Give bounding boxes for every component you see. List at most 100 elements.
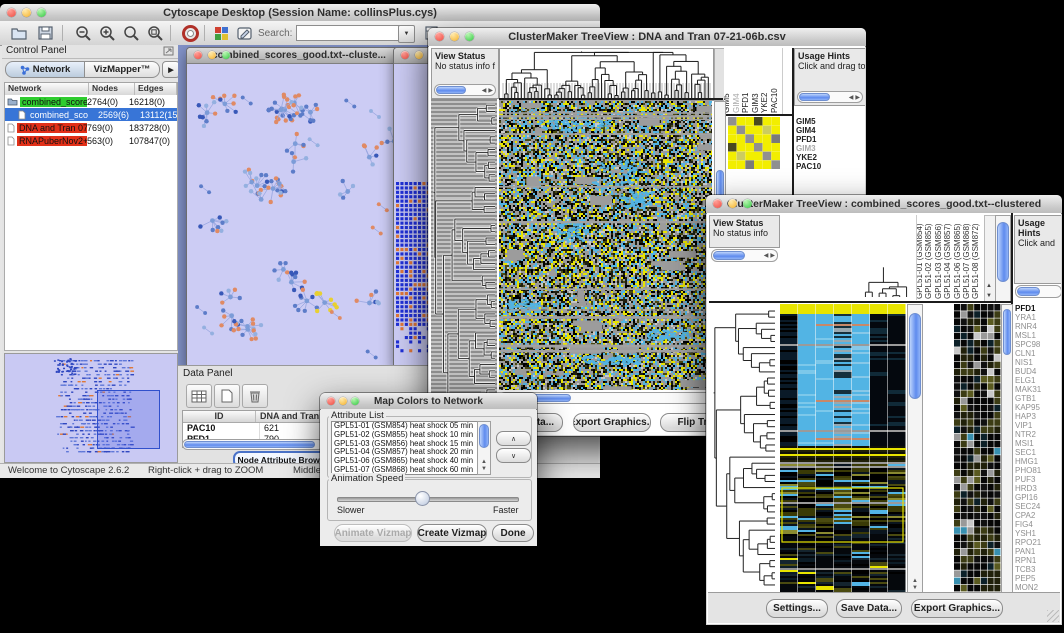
search-input[interactable] — [296, 25, 402, 41]
search-dropdown-button[interactable]: ▼ — [398, 25, 415, 43]
close-button[interactable] — [327, 397, 335, 405]
usage-hints-panel: Usage Hints Click and drag to ◀▶ — [794, 48, 865, 106]
data-panel-hscrollbar[interactable] — [182, 439, 324, 450]
tab-vizmapper[interactable]: VizMapper™ — [85, 61, 160, 78]
slider-thumb[interactable] — [415, 491, 430, 506]
new-attribute-icon[interactable] — [214, 384, 240, 408]
move-up-button[interactable]: ∧ — [496, 431, 531, 446]
dialog-titlebar[interactable]: Map Colors to Network — [320, 393, 537, 410]
network-tree-row[interactable]: combined_sco 2569(6) 13112(15) — [5, 108, 177, 121]
scroll-down-icon[interactable]: ▼ — [986, 293, 992, 299]
delete-attribute-icon[interactable] — [242, 384, 268, 408]
column-header-id[interactable]: ID — [183, 411, 256, 422]
zoom-in-icon[interactable] — [98, 24, 116, 42]
scroll-down-icon[interactable]: ▼ — [912, 585, 918, 591]
scroll-up-icon[interactable]: ▲ — [912, 578, 918, 584]
minimize-button[interactable] — [339, 397, 347, 405]
zoom-button[interactable] — [37, 8, 46, 17]
desktop-titlebar[interactable]: Cytoscape Desktop (Session Name: collins… — [0, 4, 600, 22]
minimize-button[interactable] — [22, 8, 31, 17]
zoom-button[interactable] — [222, 51, 230, 59]
row-dendrogram[interactable] — [709, 304, 778, 592]
minimize-button[interactable] — [415, 51, 423, 59]
settings-button[interactable]: Settings... — [766, 599, 828, 618]
scroll-left-icon[interactable]: ◀ — [764, 252, 769, 259]
zoom-out-icon[interactable] — [74, 24, 92, 42]
mini-row-labels: GIM5GIM4PFD1GIM3YKE2PAC10 — [796, 117, 864, 173]
attribute-list-vscrollbar[interactable]: ▲▼ — [477, 421, 491, 475]
scroll-right-icon[interactable]: ▶ — [488, 87, 493, 94]
network-tree-row[interactable]: RNAPuberNov2+ 563(0) 107847(0) — [5, 134, 177, 147]
zoom-button[interactable] — [465, 32, 474, 41]
zoom-fit-icon[interactable] — [122, 24, 140, 42]
close-button[interactable] — [401, 51, 409, 59]
slider-max-label: Faster — [493, 505, 519, 515]
resize-grip[interactable] — [1047, 610, 1059, 622]
row-dendrogram[interactable] — [431, 99, 497, 434]
network-icon — [20, 65, 30, 75]
slider-min-label: Slower — [337, 505, 365, 515]
minimize-button[interactable] — [728, 199, 737, 208]
zoom-button[interactable] — [743, 199, 752, 208]
animate-vizmap-button[interactable]: Animate Vizmap — [334, 524, 412, 542]
export-graphics-button[interactable]: Export Graphics... — [573, 413, 651, 432]
heatmap[interactable] — [780, 304, 906, 592]
control-panel-title: Control Panel — [6, 45, 67, 56]
network-tree-row[interactable]: combined_scores 2764(0) 16218(0) — [5, 95, 177, 108]
done-button[interactable]: Done — [492, 524, 534, 542]
mini-heatmap[interactable] — [728, 117, 780, 169]
attribute-table-icon[interactable] — [186, 384, 212, 408]
annotation-icon[interactable] — [236, 24, 254, 42]
column-dendrogram[interactable] — [499, 48, 714, 101]
minimize-button[interactable] — [208, 51, 216, 59]
move-down-button[interactable]: ∨ — [496, 448, 531, 463]
minimize-button[interactable] — [450, 32, 459, 41]
vizmap-icon[interactable] — [212, 24, 230, 42]
scroll-right-icon[interactable]: ▶ — [770, 252, 775, 259]
window-controls — [0, 8, 46, 17]
create-vizmap-button[interactable]: Create Vizmap — [417, 524, 487, 542]
usage-hints-hscrollbar[interactable]: ◀▶ — [797, 91, 863, 103]
float-panel-icon[interactable] — [163, 46, 174, 59]
network-view-titlebar[interactable]: combined_scores_good.txt--cluste... — [187, 48, 411, 64]
zoom-vscrollbar[interactable] — [1001, 304, 1013, 594]
zoom-button[interactable] — [351, 397, 359, 405]
treeview2-titlebar[interactable]: ClusterMaker TreeView : combined_scores_… — [706, 195, 1062, 214]
network-tree-row[interactable]: DNA and Tran 07 769(0) 183728(0) — [5, 121, 177, 134]
scroll-up-icon[interactable]: ▲ — [481, 459, 487, 465]
close-button[interactable] — [7, 8, 16, 17]
scroll-left-icon[interactable]: ◀ — [849, 94, 854, 101]
heatmap-vscrollbar[interactable]: ▲▼ — [907, 304, 923, 594]
export-graphics-button[interactable]: Export Graphics... — [911, 599, 1003, 618]
save-data-button[interactable]: Save Data... — [836, 599, 902, 618]
treeview1-titlebar[interactable]: ClusterMaker TreeView : DNA and Tran 07-… — [428, 28, 866, 47]
status-hint-zoom: Right-click + drag to ZOOM — [148, 465, 263, 476]
scroll-left-icon[interactable]: ◀ — [482, 87, 487, 94]
view-status-hscrollbar[interactable]: ◀▶ — [711, 249, 778, 262]
attribute-list-label: Attribute List — [329, 410, 386, 421]
column-dendrogram[interactable] — [780, 215, 914, 300]
network-canvas[interactable] — [187, 64, 409, 365]
zoom-heatmap[interactable] — [954, 304, 1001, 592]
network-tree: combined_scores 2764(0) 16218(0) combine… — [4, 95, 178, 351]
help-icon[interactable] — [181, 24, 199, 42]
toolbar-separator — [204, 25, 205, 41]
usage-hints-hscrollbar[interactable] — [1015, 285, 1061, 298]
view-status-hscrollbar[interactable]: ◀▶ — [434, 84, 496, 96]
open-file-icon[interactable] — [10, 24, 28, 42]
heatmap[interactable] — [499, 101, 712, 390]
close-button[interactable] — [713, 199, 722, 208]
save-icon[interactable] — [36, 24, 54, 42]
scroll-up-icon[interactable]: ▲ — [986, 283, 992, 289]
close-button[interactable] — [194, 51, 202, 59]
birds-eye-view[interactable] — [4, 353, 178, 463]
scroll-right-icon[interactable]: ▶ — [855, 94, 860, 101]
zoom-selected-icon[interactable] — [146, 24, 164, 42]
desktop-title: Cytoscape Desktop (Session Name: collins… — [0, 7, 600, 19]
tab-network[interactable]: Network — [5, 61, 85, 78]
treeview-window-combined: ClusterMaker TreeView : combined_scores_… — [706, 195, 1062, 625]
column-labels-vscrollbar[interactable] — [995, 215, 1011, 302]
close-button[interactable] — [435, 32, 444, 41]
view-status-panel: View Status No status info f ◀▶ — [431, 48, 499, 99]
scroll-down-icon[interactable]: ▼ — [481, 466, 487, 472]
